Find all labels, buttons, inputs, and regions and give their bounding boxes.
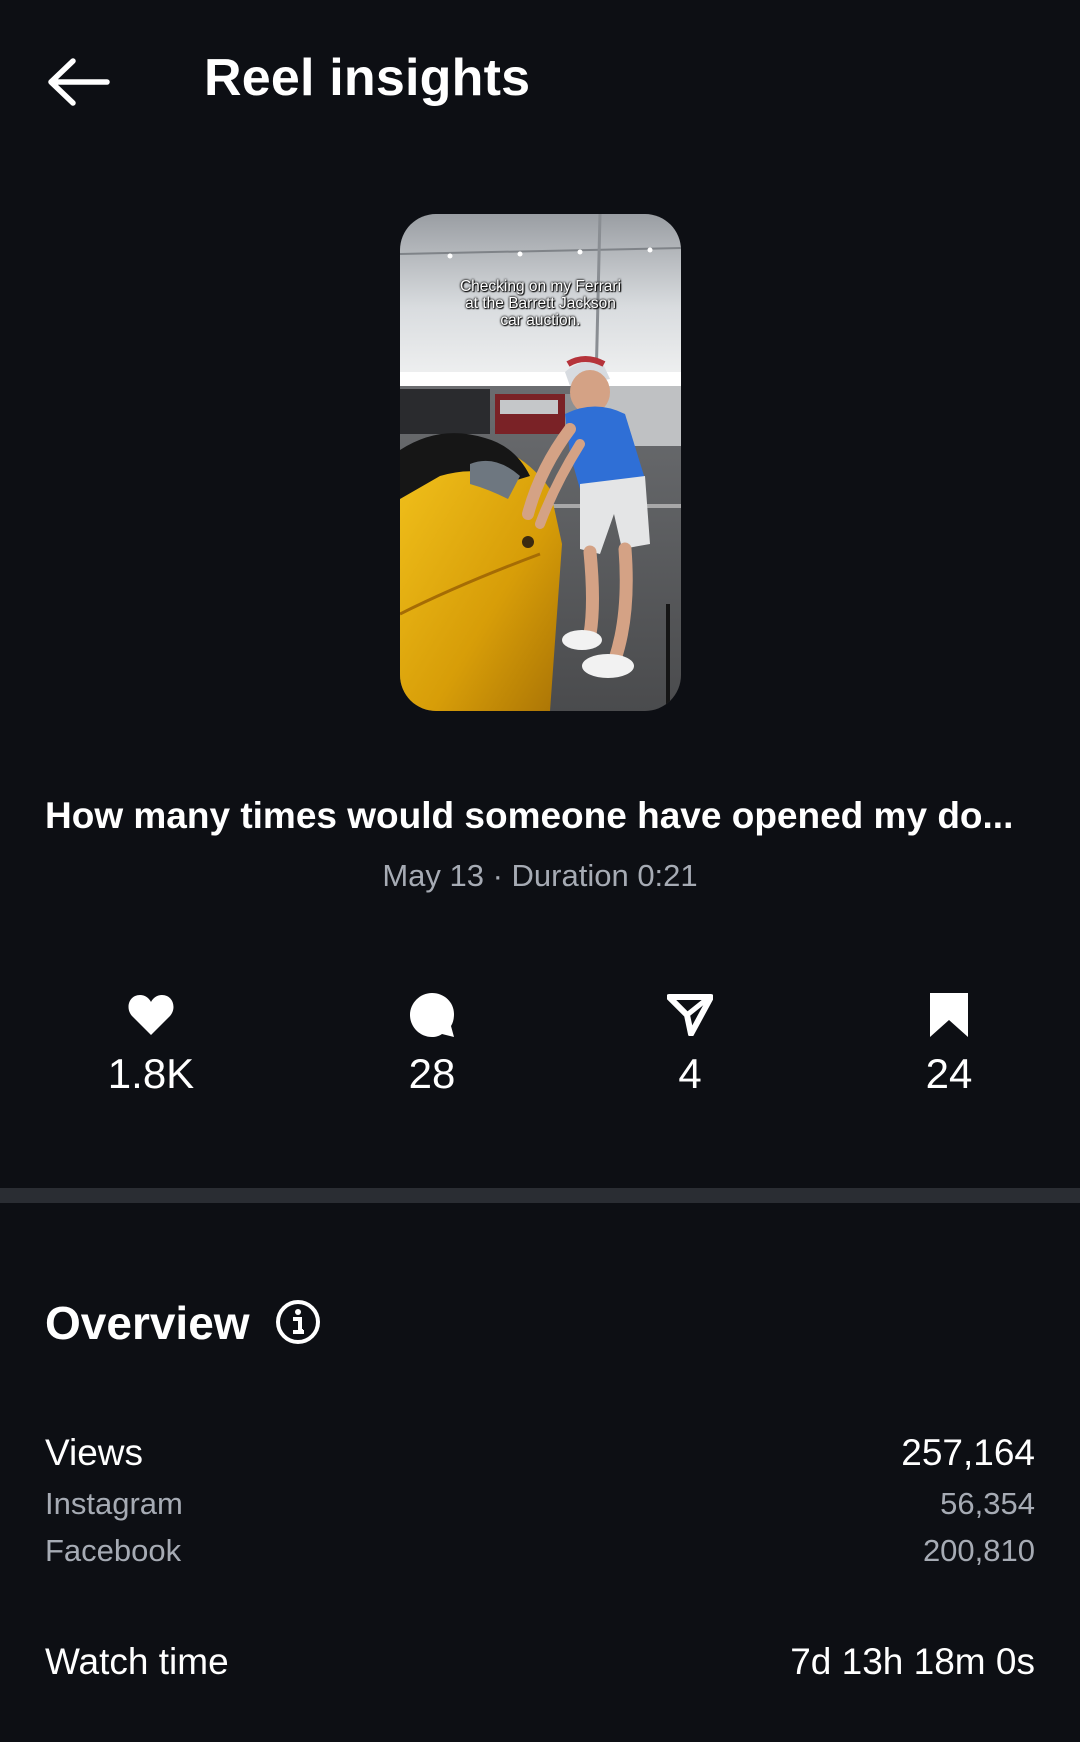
views-label: Views	[45, 1432, 144, 1473]
instagram-views-row: Instagram 56,354	[45, 1486, 1035, 1522]
info-icon	[276, 1300, 320, 1344]
overview-title: Overview	[45, 1297, 250, 1349]
back-button[interactable]	[38, 50, 118, 114]
watch-time-row: Watch time 7d 13h 18m 0s	[45, 1641, 1035, 1683]
reel-meta: May 13 · Duration 0:21	[382, 858, 698, 893]
engagement-stats: 1.8K 28 4 24	[0, 990, 1080, 1110]
share-icon	[667, 994, 713, 1036]
saves-count: 24	[925, 1050, 973, 1097]
comments-count: 28	[408, 1050, 456, 1097]
likes-count: 1.8K	[107, 1050, 195, 1097]
watch-time-label: Watch time	[45, 1641, 229, 1682]
bookmark-icon	[930, 993, 968, 1037]
facebook-label: Facebook	[45, 1533, 182, 1568]
views-value: 257,164	[901, 1432, 1035, 1473]
app-header: Reel insights	[0, 0, 1080, 165]
reel-title: How many times would someone have opened…	[45, 795, 1014, 836]
thumbnail-caption: Checking on my Ferrari at the Barrett Ja…	[459, 278, 622, 329]
shares-count: 4	[678, 1050, 702, 1097]
comments-stat[interactable]: 28	[332, 990, 532, 1098]
likes-stat[interactable]: 1.8K	[51, 990, 251, 1098]
info-button[interactable]	[274, 1298, 322, 1346]
shares-stat[interactable]: 4	[590, 990, 790, 1098]
section-divider	[0, 1188, 1080, 1203]
arrow-left-icon	[48, 58, 110, 106]
facebook-value: 200,810	[922, 1533, 1035, 1568]
heart-icon	[128, 995, 174, 1035]
facebook-views-row: Facebook 200,810	[45, 1533, 1035, 1569]
instagram-value: 56,354	[940, 1486, 1035, 1521]
saves-stat[interactable]: 24	[849, 990, 1049, 1098]
watch-time-value: 7d 13h 18m 0s	[790, 1641, 1035, 1682]
page-title: Reel insights	[204, 49, 531, 107]
reel-thumbnail[interactable]: Checking on my Ferrari at the Barrett Ja…	[400, 214, 681, 711]
comment-icon	[410, 993, 454, 1037]
views-row: Views 257,164	[45, 1432, 1035, 1474]
instagram-label: Instagram	[45, 1486, 183, 1521]
